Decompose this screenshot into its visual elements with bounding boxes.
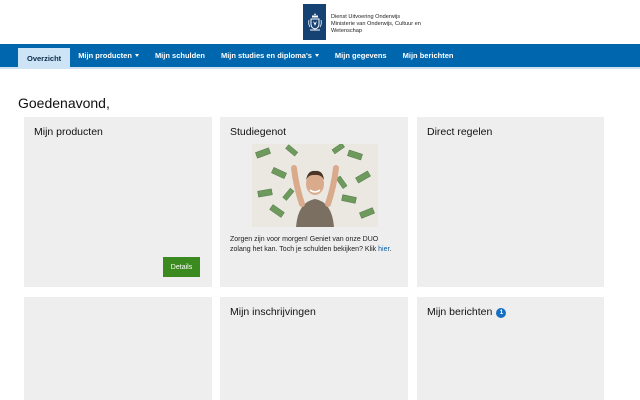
nav-item-overzicht[interactable]: Overzicht (18, 48, 71, 69)
nav-item-label: Mijn producten (78, 51, 132, 60)
card-direct-regelen: Direct regelen (417, 117, 604, 287)
coat-of-arms-icon (303, 4, 326, 40)
unread-count-badge: 1 (496, 308, 507, 318)
card-mijn-producten: Mijn producten Details (24, 117, 212, 287)
nav-item-label: Mijn gegevens (334, 51, 387, 60)
card-title-text: Mijn berichten (427, 306, 493, 318)
card-title: Studiegenot (230, 126, 287, 138)
card-mijn-inschrijvingen: Mijn inschrijvingen (220, 297, 408, 400)
card-title: Mijn berichten 1 (427, 306, 507, 318)
nav-item-mijn-berichten[interactable]: Mijn berichten (395, 44, 462, 67)
logo-line-duo: Dienst Uitvoering Onderwijs (331, 14, 401, 20)
logo-text: Dienst Uitvoering Onderwijs Ministerie v… (331, 14, 431, 35)
logo-line-ministry: Ministerie van Onderwijs, Cultuur en (331, 21, 421, 27)
promo-photo (252, 144, 378, 227)
nav-item-label: Mijn berichten (402, 51, 454, 60)
card-mijn-berichten: Mijn berichten 1 (417, 297, 604, 400)
rijksoverheid-logo[interactable]: Dienst Uitvoering Onderwijs Ministerie v… (303, 4, 431, 40)
caret-down-icon (134, 54, 139, 57)
nav-item-mijn-producten[interactable]: Mijn producten (70, 44, 147, 67)
nav-item-label: Mijn studies en diploma's (220, 51, 312, 60)
logo-line-wetenschap: Wetenschap (331, 28, 362, 34)
nav-item-label: Overzicht (27, 54, 62, 63)
card-title: Mijn inschrijvingen (230, 306, 316, 318)
promo-text-end: . (389, 246, 392, 253)
greeting-heading: Goedenavond, (18, 95, 110, 111)
nav-item-mijn-gegevens[interactable]: Mijn gegevens (327, 44, 395, 67)
nav-item-label: Mijn schulden (154, 51, 205, 60)
promo-caption: Zorgen zijn voor morgen! Geniet van onze… (230, 235, 400, 255)
nav-item-mijn-schulden[interactable]: Mijn schulden (147, 44, 213, 67)
card-studiegenot: Studiegenot Zorgen zijn voor morgen! Gen… (220, 117, 408, 287)
caret-down-icon (314, 54, 319, 57)
promo-text: Zorgen zijn voor morgen! Geniet van onze… (230, 236, 379, 253)
card-title: Direct regelen (427, 126, 493, 138)
site-header: Dienst Uitvoering Onderwijs Ministerie v… (0, 0, 640, 44)
card-title: Mijn producten (34, 126, 103, 138)
card-empty (24, 297, 212, 400)
hier-link[interactable]: hier (378, 246, 389, 253)
main-nav: Overzicht Mijn producten Mijn schulden M… (0, 44, 640, 69)
details-button[interactable]: Details (163, 257, 200, 277)
nav-item-mijn-studies[interactable]: Mijn studies en diploma's (213, 44, 327, 67)
